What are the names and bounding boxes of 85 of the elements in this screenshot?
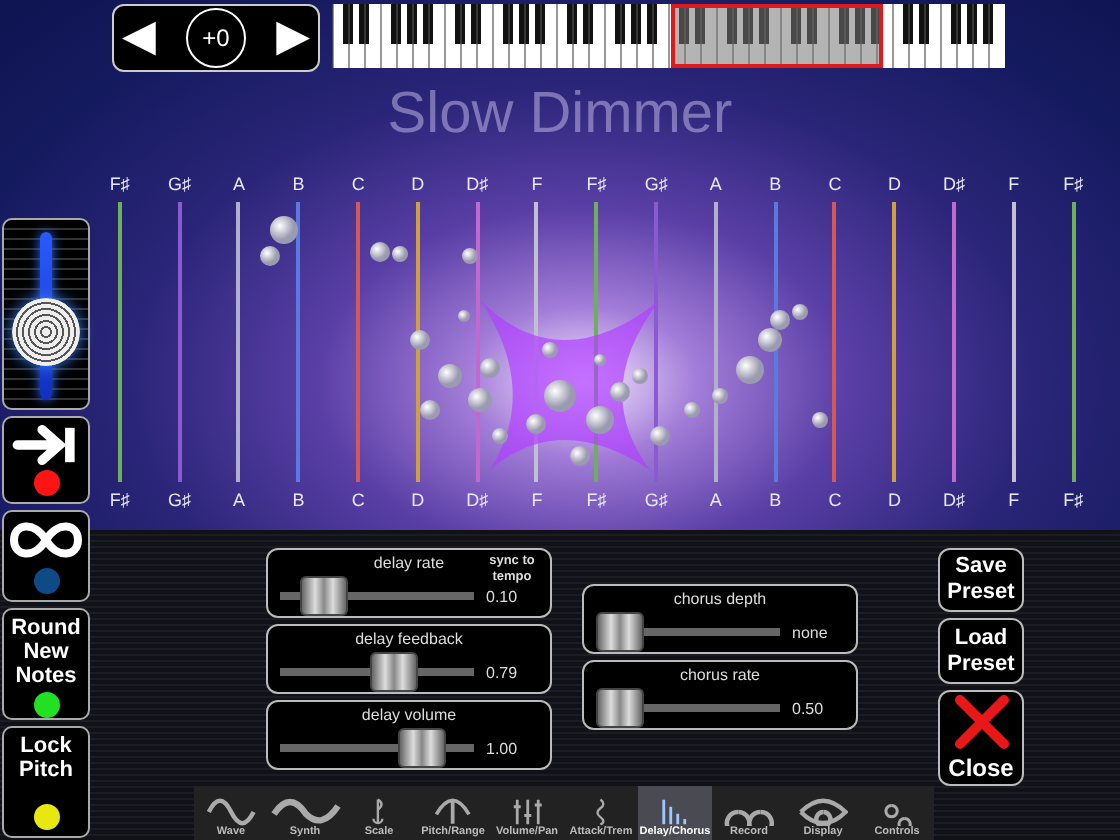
note-label: A — [709, 174, 722, 194]
tab-icon — [372, 798, 386, 826]
string-line[interactable] — [654, 202, 659, 482]
slider-label: delay rate — [373, 554, 445, 574]
transpose-value: +0 — [186, 8, 246, 68]
note-label: D — [411, 490, 425, 510]
note-label: D — [411, 174, 425, 194]
slider-thumb[interactable] — [370, 652, 419, 692]
tab-icon — [797, 798, 849, 826]
note-label: D♯ — [943, 490, 966, 510]
string-line[interactable] — [475, 202, 480, 482]
slider-thumb[interactable] — [596, 612, 644, 652]
slider-value: 0.79 — [486, 663, 520, 681]
string-line[interactable] — [713, 202, 718, 482]
slider-thumb[interactable] — [596, 688, 644, 728]
note-label: B — [292, 174, 305, 194]
note-label: D♯ — [466, 490, 489, 510]
note-label: F♯ — [109, 490, 130, 510]
slider-label: delay volume — [361, 706, 457, 726]
string-line[interactable] — [952, 202, 957, 482]
note-label: C — [828, 174, 842, 194]
arrow-to-bar-icon — [12, 424, 80, 466]
toggle-button[interactable]: Lock Pitch — [2, 726, 90, 838]
slider-value: 0.50 — [792, 699, 826, 717]
note-label: G♯ — [644, 490, 668, 510]
note-label: F♯ — [586, 174, 607, 194]
tab-icon — [883, 798, 911, 826]
tab-icon — [205, 798, 257, 826]
note-label: C — [351, 490, 365, 510]
note-label: F♯ — [586, 490, 607, 510]
close-icon — [951, 692, 1011, 753]
string-line[interactable] — [1011, 202, 1016, 482]
slider-label: chorus depth — [673, 590, 767, 610]
tab-icon — [269, 798, 341, 826]
string-line[interactable] — [236, 202, 241, 482]
tab-icon — [662, 798, 688, 826]
note-label: B — [769, 174, 782, 194]
note-label: A — [232, 174, 245, 194]
slider-thumb[interactable] — [398, 728, 447, 768]
note-label: F — [1008, 174, 1020, 194]
note-label: C — [351, 174, 365, 194]
slider-value: 1.00 — [486, 739, 520, 757]
note-label: F♯ — [1063, 174, 1084, 194]
tab-icon — [595, 798, 607, 826]
string-line[interactable] — [1071, 202, 1076, 482]
toggle-button[interactable]: Round New Notes — [2, 608, 90, 720]
preset-button[interactable]: Save Preset — [938, 548, 1024, 613]
note-label: A — [232, 490, 245, 510]
string-line[interactable] — [892, 202, 897, 482]
note-label: A — [709, 490, 722, 510]
slider-value: 0.10 — [486, 587, 520, 605]
preset-button[interactable]: Load Preset — [938, 618, 1024, 684]
note-label: C — [828, 490, 842, 510]
note-label: F — [1008, 490, 1020, 510]
note-label: G♯ — [644, 174, 668, 194]
slider-value: none — [792, 623, 830, 641]
transpose-up-button[interactable]: ▶ — [276, 16, 310, 60]
slider-knob[interactable] — [12, 298, 80, 367]
toggle-button[interactable] — [2, 416, 90, 504]
slider-thumb[interactable] — [300, 576, 349, 616]
tab-icon — [434, 798, 472, 826]
preset-title: Slow Dimmer — [385, 80, 735, 148]
note-label: F♯ — [109, 174, 130, 194]
note-label: B — [292, 490, 305, 510]
close-button[interactable]: Close — [938, 689, 1024, 786]
toggle-button[interactable] — [2, 510, 90, 602]
note-label: G♯ — [167, 174, 191, 194]
note-label: G♯ — [167, 490, 191, 510]
note-label: D — [888, 174, 901, 194]
piano-keyboard[interactable] — [328, 4, 1010, 68]
note-label: B — [769, 490, 782, 510]
vertical-slider[interactable] — [2, 218, 90, 410]
note-label: D♯ — [466, 174, 489, 194]
note-label: D — [888, 490, 901, 510]
note-label: F♯ — [1063, 490, 1084, 510]
infinity-icon — [8, 518, 84, 562]
string-line[interactable] — [415, 202, 420, 482]
note-label: F — [531, 174, 543, 194]
note-label: D♯ — [943, 174, 966, 194]
tab-icon — [511, 798, 543, 826]
slider-label: delay feedback — [355, 630, 463, 650]
transpose-down-button[interactable]: ◀ — [122, 16, 156, 60]
slider-label: chorus rate — [679, 666, 761, 686]
note-label: F — [531, 490, 543, 510]
string-line[interactable] — [117, 202, 122, 482]
